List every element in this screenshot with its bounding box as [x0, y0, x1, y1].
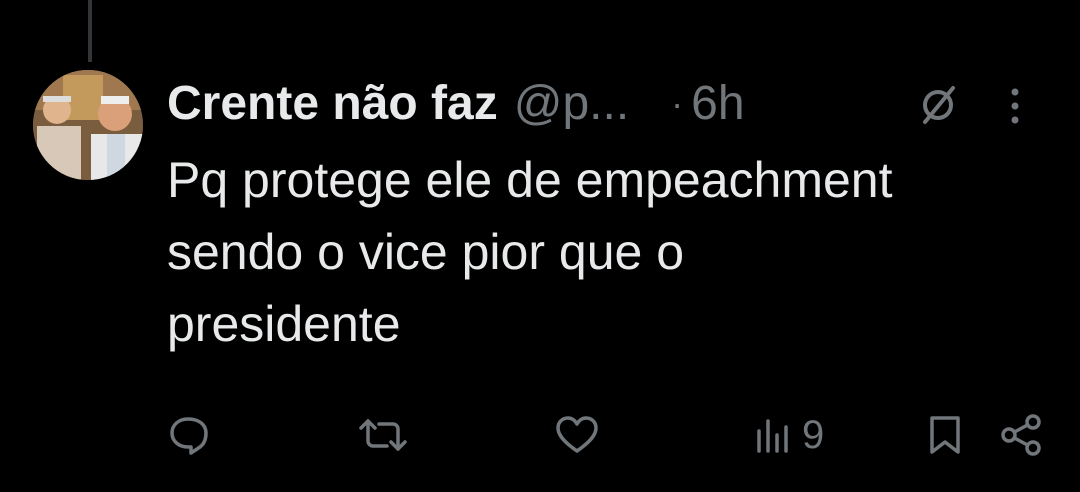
views-button[interactable]: 9 [756, 410, 824, 460]
bookmark-icon [930, 416, 960, 454]
thread-connector-line [88, 0, 92, 62]
more-icon[interactable] [1009, 86, 1021, 126]
share-icon [1001, 414, 1041, 456]
grok-icon[interactable] [917, 84, 959, 126]
retweet-icon [359, 419, 407, 451]
retweet-button[interactable] [358, 410, 408, 460]
avatar[interactable] [33, 70, 143, 180]
reply-icon [170, 417, 208, 455]
display-name[interactable]: Crente não faz [167, 72, 498, 136]
share-button[interactable] [1000, 410, 1044, 460]
reply-button[interactable] [166, 410, 210, 460]
user-handle[interactable]: @p... [514, 72, 629, 136]
tweet-text: Pq protege ele de empeachment sendo o vi… [167, 152, 893, 352]
tweet-actions: 9 [0, 410, 1080, 460]
like-icon [556, 416, 598, 453]
tweet-content: Crente não faz @p... · 6h Pq protege ele… [167, 72, 1057, 360]
avatar-image [33, 70, 143, 180]
bookmark-button[interactable] [928, 410, 962, 460]
views-icon [757, 419, 788, 453]
timestamp[interactable]: 6h [691, 72, 744, 136]
separator-dot: · [671, 83, 684, 124]
views-count: 9 [802, 412, 825, 457]
like-button[interactable] [554, 410, 600, 460]
